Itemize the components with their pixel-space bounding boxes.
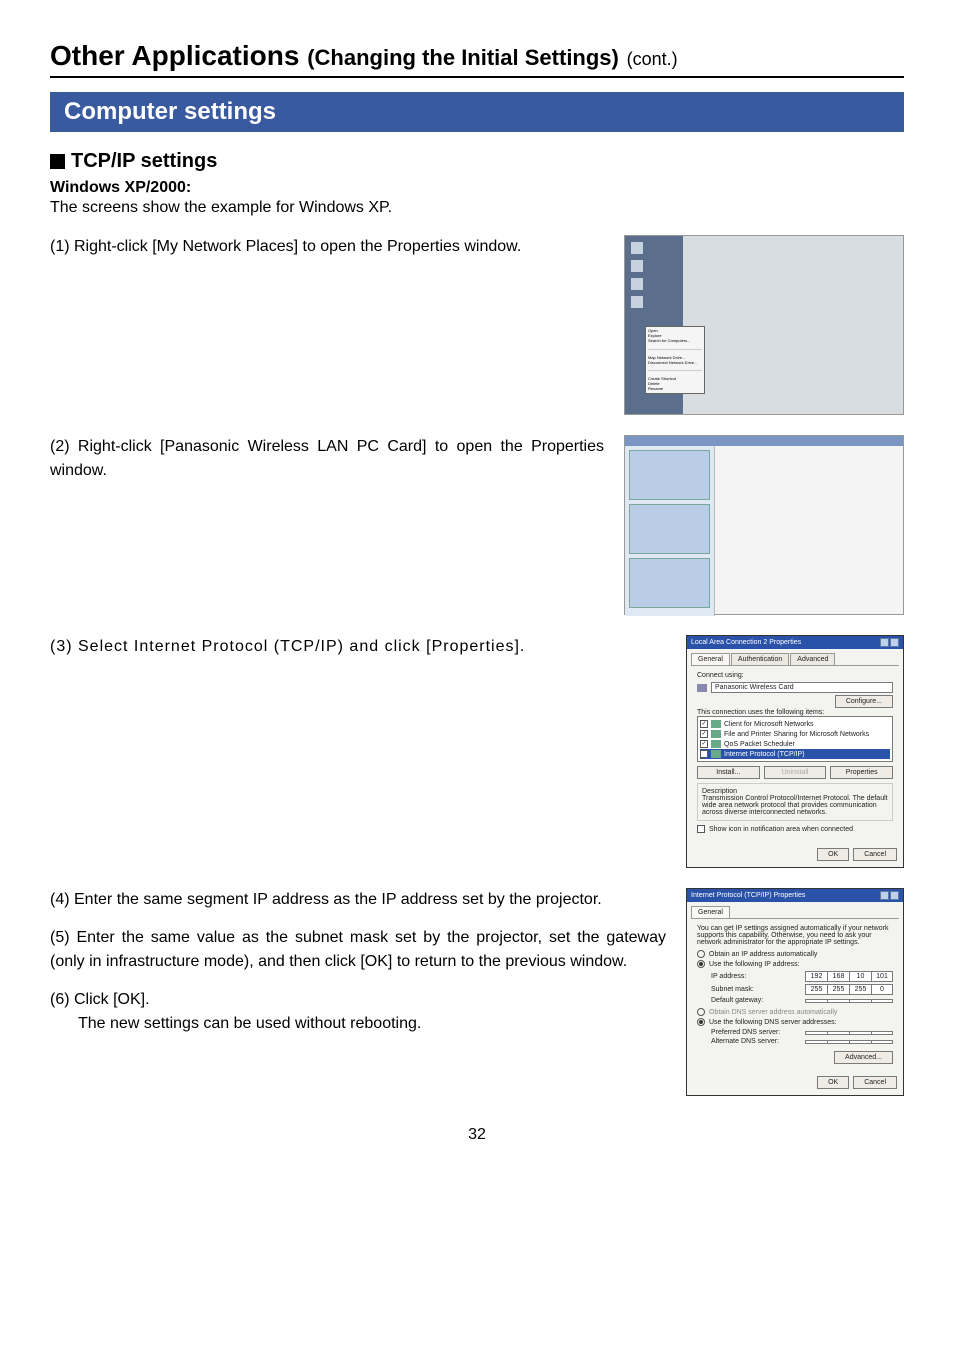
radio-auto-ip[interactable] (697, 950, 705, 958)
close-icon[interactable] (890, 638, 899, 647)
install-button[interactable]: Install... (697, 766, 760, 779)
screenshot-desktop: Open Explore Search for Computers... Map… (624, 235, 904, 415)
screenshot-lan-properties: Local Area Connection 2 Properties Gener… (686, 635, 904, 868)
cancel-button[interactable]: Cancel (853, 848, 897, 861)
checkbox-icon[interactable] (697, 825, 705, 833)
desktop-icon (631, 242, 643, 254)
dialog-title: Internet Protocol (TCP/IP) Properties (691, 892, 805, 899)
step-6b: The new settings can be used without reb… (50, 1012, 666, 1036)
adapter-field: Panasonic Wireless Card (711, 682, 893, 693)
os-line: Windows XP/2000: (50, 179, 904, 197)
list-item[interactable]: QoS Packet Scheduler (724, 741, 795, 748)
step-4: (4) Enter the same segment IP address as… (50, 888, 666, 912)
ip-address-label: IP address: (711, 973, 746, 980)
help-icon[interactable] (880, 891, 889, 900)
preferred-dns-label: Preferred DNS server: (711, 1029, 780, 1036)
square-bullet-icon (50, 154, 65, 169)
dialog-titlebar: Internet Protocol (TCP/IP) Properties (687, 889, 903, 902)
context-menu-item[interactable]: Search for Computers... (648, 338, 702, 343)
description-body: Transmission Control Protocol/Internet P… (702, 795, 888, 816)
subheading: TCP/IP settings (50, 150, 904, 173)
radio-use-dns-label: Use the following DNS server addresses: (709, 1019, 837, 1026)
sidebar-panel (629, 504, 710, 554)
step-5: (5) Enter the same value as the subnet m… (50, 926, 666, 974)
properties-button[interactable]: Properties (830, 766, 893, 779)
radio-use-dns[interactable] (697, 1018, 705, 1026)
subnet-mask-label: Subnet mask: (711, 986, 754, 993)
alternate-dns-label: Alternate DNS server: (711, 1038, 779, 1045)
step-2: (2) Right-click [Panasonic Wireless LAN … (50, 435, 604, 483)
connection-item[interactable] (721, 452, 831, 456)
section-bar: Computer settings (50, 92, 904, 132)
ok-button[interactable]: OK (817, 1076, 849, 1089)
desktop-icon (631, 260, 643, 272)
dialog-title: Local Area Connection 2 Properties (691, 639, 801, 646)
file-print-icon (711, 730, 721, 738)
context-menu-item[interactable]: Disconnect Network Drive... (648, 360, 702, 365)
radio-auto-dns (697, 1008, 705, 1016)
desktop-icon (631, 278, 643, 290)
chapter-title-sub: (Changing the Initial Settings) (307, 45, 619, 70)
description-head: Description (702, 788, 888, 795)
radio-auto-dns-label: Obtain DNS server address automatically (709, 1009, 837, 1016)
tab-authentication[interactable]: Authentication (731, 653, 789, 665)
chapter-title: Other Applications (Changing the Initial… (50, 40, 904, 72)
page-number: 32 (50, 1126, 904, 1144)
show-icon-label: Show icon in notification area when conn… (709, 826, 853, 833)
screenshot-network-connections (624, 435, 904, 615)
adapter-icon (697, 684, 707, 692)
list-item-tcpip[interactable]: Internet Protocol (TCP/IP) (724, 751, 805, 758)
configure-button[interactable]: Configure... (835, 695, 893, 708)
subheading-text: TCP/IP settings (71, 150, 217, 173)
radio-use-ip[interactable] (697, 960, 705, 968)
qos-icon (711, 740, 721, 748)
step-3: (3) Select Internet Protocol (TCP/IP) an… (50, 635, 666, 659)
ip-address-input[interactable]: 192 168 10 101 (805, 971, 893, 982)
list-item[interactable]: File and Printer Sharing for Microsoft N… (724, 731, 869, 738)
default-gateway-input[interactable] (805, 999, 893, 1003)
context-menu-item[interactable]: Rename (648, 386, 702, 391)
close-icon[interactable] (890, 891, 899, 900)
items-listbox[interactable]: ✓ Client for Microsoft Networks ✓ File and… (697, 716, 893, 762)
radio-use-ip-label: Use the following IP address: (709, 961, 800, 968)
checkbox-icon[interactable]: ✓ (700, 730, 708, 738)
window-titlebar (625, 436, 903, 446)
dialog-titlebar: Local Area Connection 2 Properties (687, 636, 903, 649)
desktop-icon (631, 296, 643, 308)
sidebar-panel (629, 558, 710, 608)
help-icon[interactable] (880, 638, 889, 647)
cancel-button[interactable]: Cancel (853, 1076, 897, 1089)
preferred-dns-input[interactable] (805, 1031, 893, 1035)
step-6a: (6) Click [OK]. (50, 988, 666, 1012)
uninstall-button: Uninstall (764, 766, 827, 779)
uses-items-label: This connection uses the following items… (697, 709, 893, 716)
alternate-dns-input[interactable] (805, 1040, 893, 1044)
screenshot-tcpip-properties: Internet Protocol (TCP/IP) Properties Ge… (686, 888, 904, 1096)
step-1: (1) Right-click [My Network Places] to o… (50, 235, 604, 259)
list-item[interactable]: Client for Microsoft Networks (724, 721, 813, 728)
advanced-button[interactable]: Advanced... (834, 1051, 893, 1064)
context-menu[interactable]: Open Explore Search for Computers... Map… (645, 326, 705, 394)
tab-general[interactable]: General (691, 653, 730, 665)
chapter-title-main: Other Applications (50, 40, 299, 71)
tab-general[interactable]: General (691, 906, 730, 918)
chapter-title-cont: (cont.) (627, 49, 678, 69)
connect-using-label: Connect using: (697, 672, 893, 679)
checkbox-icon[interactable]: ✓ (700, 750, 708, 758)
ok-button[interactable]: OK (817, 848, 849, 861)
tab-advanced[interactable]: Advanced (790, 653, 835, 665)
blurb: You can get IP settings assigned automat… (697, 925, 893, 946)
sidebar-panel (629, 450, 710, 500)
intro-text: The screens show the example for Windows… (50, 199, 904, 217)
subnet-mask-input[interactable]: 255 255 255 0 (805, 984, 893, 995)
network-client-icon (711, 720, 721, 728)
checkbox-icon[interactable]: ✓ (700, 740, 708, 748)
tcpip-icon (711, 750, 721, 758)
default-gateway-label: Default gateway: (711, 997, 763, 1004)
radio-auto-ip-label: Obtain an IP address automatically (709, 951, 817, 958)
checkbox-icon[interactable]: ✓ (700, 720, 708, 728)
